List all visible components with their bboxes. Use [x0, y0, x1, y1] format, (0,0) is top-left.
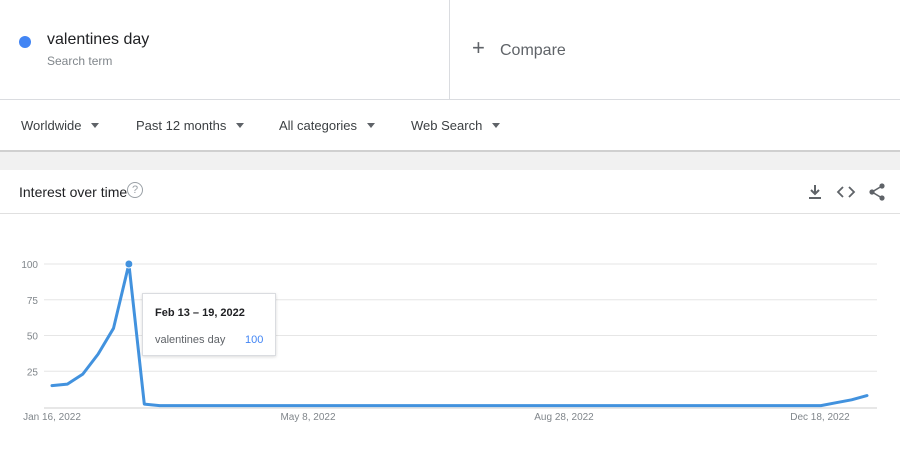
caret-down-icon [492, 123, 501, 129]
y-tick-label: 75 [27, 296, 39, 307]
highlight-point [124, 259, 134, 269]
tooltip-series-name: valentines day [155, 334, 226, 346]
tooltip-value: 100 [245, 334, 264, 346]
filter-region[interactable]: Worldwide [21, 118, 100, 133]
plus-icon: + [472, 35, 485, 60]
embed-icon[interactable] [836, 182, 856, 202]
help-icon[interactable]: ? [127, 182, 143, 198]
interest-over-time-card: Interest over time ? 25 50 75 100 Jan 16, 20… [0, 170, 900, 475]
y-tick-label: 100 [21, 260, 38, 271]
share-icon[interactable] [867, 182, 887, 202]
filter-region-label: Worldwide [21, 118, 82, 133]
filter-search-type[interactable]: Web Search [411, 118, 501, 133]
search-term-card[interactable]: valentines day Search term [0, 0, 450, 100]
search-term-name[interactable]: valentines day [47, 31, 149, 49]
card-title: Interest over time [19, 184, 128, 200]
compare-label: Compare [500, 42, 566, 59]
filter-category-label: All categories [279, 118, 358, 133]
card-header: Interest over time ? [0, 170, 900, 214]
download-icon[interactable] [805, 182, 825, 202]
x-tick-label: Dec 18, 2022 [790, 412, 850, 423]
filter-category[interactable]: All categories [279, 118, 376, 133]
compare-button[interactable]: + Compare [450, 0, 900, 100]
chart-tooltip: Feb 13 – 19, 2022 valentines day 100 [142, 293, 276, 356]
search-term-bar: valentines day Search term + Compare [0, 0, 900, 100]
search-term-type: Search term [47, 54, 113, 68]
filter-bar: Worldwide Past 12 months All categories … [0, 100, 900, 152]
y-tick-label: 50 [27, 332, 39, 343]
tooltip-date: Feb 13 – 19, 2022 [155, 307, 245, 319]
x-tick-label: Aug 28, 2022 [534, 412, 594, 423]
y-tick-label: 25 [27, 367, 39, 378]
filter-search-type-label: Web Search [411, 118, 483, 133]
interest-line-chart[interactable]: 25 50 75 100 Jan 16, 2022 May 8, 2022 Aug 28, … [0, 220, 900, 475]
filter-time-range-label: Past 12 months [136, 118, 227, 133]
caret-down-icon [236, 123, 245, 129]
caret-down-icon [367, 123, 376, 129]
x-tick-label: May 8, 2022 [280, 412, 335, 423]
series-color-dot [19, 36, 31, 48]
caret-down-icon [91, 123, 100, 129]
x-tick-label: Jan 16, 2022 [23, 412, 81, 423]
filter-time-range[interactable]: Past 12 months [136, 118, 245, 133]
